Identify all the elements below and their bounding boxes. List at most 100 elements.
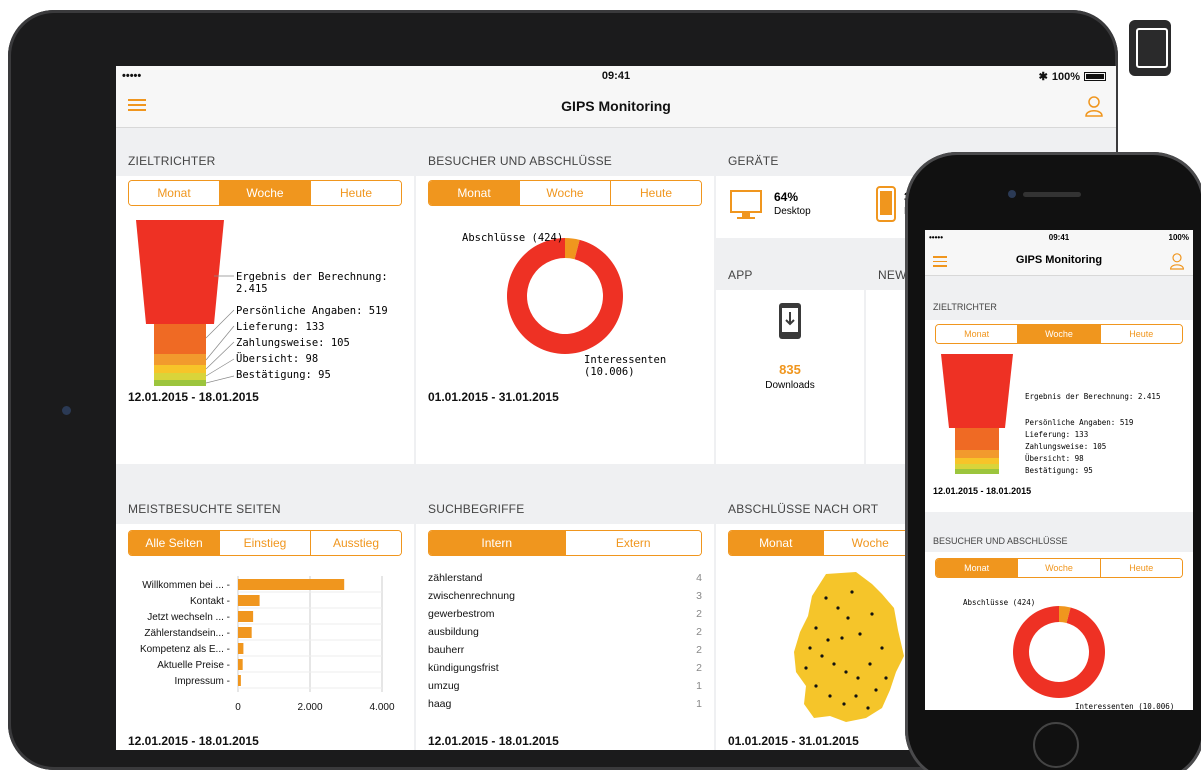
iphone-device: ••••• 09:41 100% GIPS Monitoring ZIELTRI… (905, 152, 1201, 770)
list-item[interactable]: kündigungsfrist 2 (428, 662, 702, 680)
page-title: GIPS Monitoring (1015, 254, 1103, 266)
status-bar: ••••• 09:41 100% (925, 230, 1193, 246)
funnel-segment-delivery (955, 450, 999, 458)
list-item[interactable]: umzug 1 (428, 680, 702, 698)
visitors-card: Monat Woche Heute Abschlüsse (424) Inter… (925, 552, 1193, 710)
tick-label: 2.000 (297, 702, 322, 713)
funnel-label: Bestätigung: 95 (236, 369, 331, 381)
camera-icon (1008, 190, 1016, 198)
visitors-tabs: Monat Woche Heute (935, 558, 1183, 578)
devices-title: GERÄTE (728, 154, 779, 168)
visitors-tabs: Monat Woche Heute (428, 180, 702, 206)
funnel-label: Lieferung: 133 (1025, 430, 1089, 439)
funnel-segment-personal (955, 428, 999, 450)
scene: ••••• 09:41 ✱ 100% GIPS Monitoring ZIELT… (0, 0, 1201, 770)
bar (238, 611, 254, 622)
bar (238, 675, 241, 686)
funnel-segment-confirm (154, 380, 206, 386)
tab-monat[interactable]: Monat (936, 325, 1019, 343)
funnel-label: Zahlungsweise: 105 (1025, 442, 1107, 451)
top-pages-bar-chart: Willkommen bei ... - Kontakt - Jetzt wechs… (140, 576, 395, 713)
tab-monat[interactable]: Monat (129, 181, 220, 205)
list-item[interactable]: bauherr 2 (428, 644, 702, 662)
funnel-segment-payment (955, 458, 999, 464)
bluetooth-icon: ✱ (1038, 71, 1048, 83)
funnel-label: Ergebnis der Berechnung: 2.415 (236, 271, 388, 295)
tab-heute[interactable]: Heute (1100, 559, 1182, 577)
desktop-icon (730, 190, 762, 219)
visitors-card: Monat Woche Heute Abschlüsse (424) Inter… (416, 176, 714, 464)
tab-heute[interactable]: Heute (311, 181, 401, 205)
funnel-tabs: Monat Woche Heute (128, 180, 402, 206)
visitors-title: BESUCHER UND ABSCHLÜSSE (428, 154, 612, 168)
list-item[interactable]: zwischenrechnung 3 (428, 590, 702, 608)
funnel-title: ZIELTRICHTER (128, 154, 216, 168)
donut-label-interested: Interessenten (10.006) (1075, 702, 1175, 710)
tab-monat[interactable]: Monat (429, 181, 520, 205)
tab-ausstieg[interactable]: Ausstieg (311, 531, 401, 555)
list-item[interactable]: ausbildung 2 (428, 626, 702, 644)
iphone-screen: ••••• 09:41 100% GIPS Monitoring ZIELTRI… (925, 230, 1193, 710)
search-card: Intern Extern zählerstand 4 zwischenrechn… (416, 524, 714, 750)
tick-label: 0 (235, 702, 241, 713)
tab-heute[interactable]: Heute (1100, 325, 1182, 343)
status-time: 09:41 (1048, 233, 1070, 242)
pie-slice (507, 238, 623, 354)
search-title: SUCHBEGRIFFE (428, 502, 525, 516)
tab-woche[interactable]: Woche (520, 181, 611, 205)
funnel-label: Übersicht: 98 (236, 353, 319, 365)
tab-extern[interactable]: Extern (565, 531, 701, 555)
tab-woche[interactable]: Woche (1018, 559, 1101, 577)
camera-icon (62, 406, 71, 415)
bar (238, 579, 345, 590)
user-icon[interactable] (1084, 95, 1104, 117)
downloads-count: 835 (779, 362, 801, 377)
funnel-segment-payment (154, 365, 206, 373)
battery-icon (1084, 72, 1106, 81)
funnel-label: Zahlungsweise: 105 (236, 337, 350, 349)
germany-map (794, 572, 904, 722)
home-button[interactable] (1033, 722, 1079, 768)
tick-label: Aktuelle Preise - (157, 660, 230, 671)
funnel-title: ZIELTRICHTER (933, 302, 997, 312)
funnel-label: Ergebnis der Berechnung: 2.415 (1025, 392, 1161, 401)
list-item[interactable]: gewerbestrom 2 (428, 608, 702, 626)
tick-label: Kompetenz als E... - (140, 644, 230, 655)
funnel-segment-personal (154, 324, 206, 354)
tick-label: Willkommen bei ... - (142, 580, 230, 591)
downloads-label: Downloads (765, 380, 815, 391)
funnel-date: 12.01.2015 - 18.01.2015 (128, 390, 259, 404)
funnel-label: Persönliche Angaben: 519 (1025, 418, 1134, 427)
funnel-label: Bestätigung: 95 (1025, 466, 1093, 475)
nav-bar: GIPS Monitoring (116, 86, 1116, 128)
funnel-segment-delivery (154, 354, 206, 365)
tab-heute[interactable]: Heute (611, 181, 701, 205)
pie-slice (1013, 606, 1105, 698)
tab-woche[interactable]: Woche (220, 181, 311, 205)
tab-monat[interactable]: Monat (936, 559, 1019, 577)
list-item[interactable]: haag 1 (428, 698, 702, 716)
funnel-date: 12.01.2015 - 18.01.2015 (933, 486, 1032, 496)
app-card: 835 Downloads (716, 290, 864, 464)
tab-monat[interactable]: Monat (729, 531, 824, 555)
tab-woche[interactable]: Woche (1018, 325, 1101, 343)
tab-alle-seiten[interactable]: Alle Seiten (129, 531, 220, 555)
bar (238, 659, 243, 670)
funnel-label: Lieferung: 133 (236, 321, 325, 333)
tab-woche[interactable]: Woche (823, 531, 917, 555)
battery-indicator: ✱ 100% (1039, 70, 1106, 83)
list-item[interactable]: zählerstand 4 (428, 572, 702, 590)
user-icon[interactable] (1169, 252, 1185, 270)
tab-einstieg[interactable]: Einstieg (220, 531, 311, 555)
battery-percent: 100% (1168, 233, 1189, 242)
bar (238, 643, 244, 654)
funnel-label: Persönliche Angaben: 519 (236, 305, 388, 317)
tick-label: 4.000 (369, 702, 394, 713)
funnel-segment-overview (955, 464, 999, 469)
tab-intern[interactable]: Intern (429, 531, 566, 555)
donut-label-conversions: Abschlüsse (424) (462, 232, 564, 244)
funnel-segment-overview (154, 373, 206, 380)
top-pages-date: 12.01.2015 - 18.01.2015 (128, 734, 259, 748)
donut-label-conversions: Abschlüsse (424) (963, 598, 1036, 607)
funnel-segment-confirm (955, 469, 999, 474)
